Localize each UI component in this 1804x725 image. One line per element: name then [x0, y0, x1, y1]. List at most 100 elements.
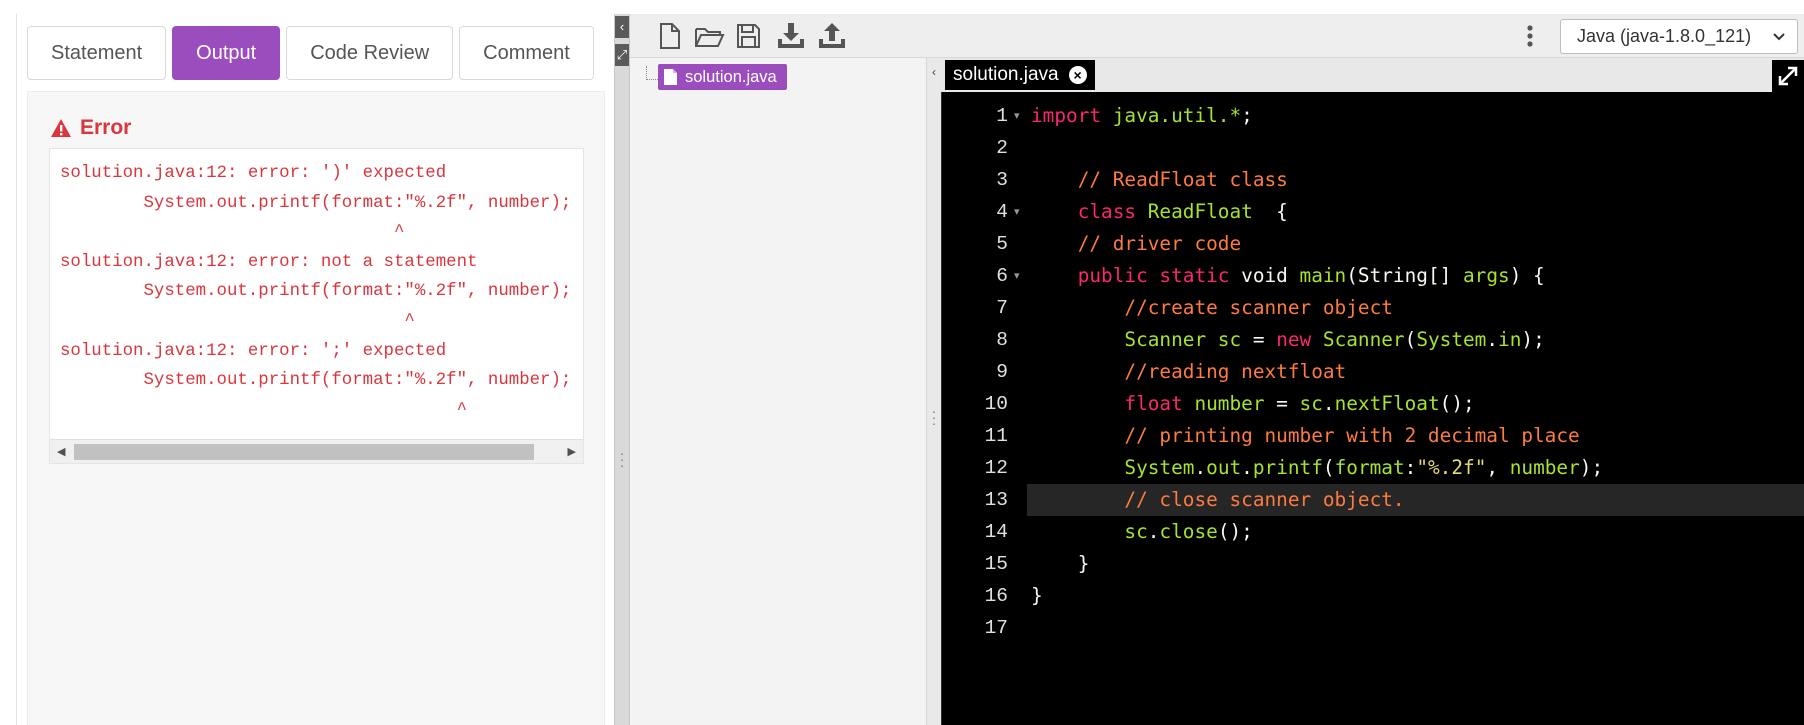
tab-comment[interactable]: Comment	[459, 26, 594, 80]
collapse-tree-icon[interactable]: ‹	[927, 58, 941, 86]
line-number: 9	[996, 361, 1008, 383]
save-icon[interactable]	[731, 20, 765, 52]
fold-toggle-icon[interactable]: ▾	[1014, 260, 1020, 292]
code-token: printf	[1252, 456, 1323, 479]
expand-icon[interactable]: ⤢	[615, 44, 629, 66]
download-icon[interactable]	[774, 20, 808, 52]
code-token: format	[1334, 456, 1405, 479]
editor-tab-solution-java[interactable]: solution.java ×	[945, 60, 1095, 90]
code-token: ();	[1217, 520, 1253, 543]
code-editor[interactable]: 1 ▾ import java.util.*; 2 3 // ReadFloat cla…	[941, 92, 1804, 725]
fold-toggle-icon[interactable]: ▾	[1014, 100, 1020, 132]
language-select[interactable]: Java (java-1.8.0_121)	[1560, 19, 1798, 54]
panel-splitter[interactable]: ‹ ⤢ · · ·	[614, 14, 630, 725]
code-token: number	[1509, 456, 1580, 479]
code-line[interactable]: 14 sc.close();	[942, 516, 1804, 548]
code-line[interactable]: 13 // close scanner object.	[942, 484, 1804, 516]
code-line[interactable]: 8 Scanner sc = new Scanner(System.in);	[942, 324, 1804, 356]
code-text: //create scanner object	[1031, 292, 1393, 324]
code-token: .	[1194, 456, 1207, 479]
code-token: .	[1147, 520, 1160, 543]
code-token: =	[1264, 392, 1300, 415]
collapse-left-icon[interactable]: ‹	[615, 16, 629, 38]
code-text: }	[1031, 580, 1043, 612]
horizontal-scrollbar[interactable]: ◀ ▶	[50, 439, 583, 463]
code-token: class	[1077, 200, 1148, 223]
error-log-line: ^	[60, 311, 415, 331]
code-line[interactable]: 17	[942, 612, 1804, 644]
panel-tabs: Statement Output Code Review Comment	[27, 26, 594, 80]
editor-tab-bar: solution.java ×	[941, 58, 1804, 92]
code-line[interactable]: 6 ▾ public static void main(String[] args…	[942, 260, 1804, 292]
error-log-line: solution.java:12: error: ')' expected	[60, 164, 447, 183]
code-token: float	[1124, 392, 1195, 415]
more-options-icon[interactable]	[1515, 23, 1545, 51]
code-line[interactable]: 1 ▾ import java.util.*;	[942, 100, 1804, 132]
code-line[interactable]: 4 ▾ class ReadFloat {	[942, 196, 1804, 228]
warning-icon	[51, 119, 71, 137]
code-token: // ReadFloat class	[1077, 168, 1288, 191]
code-token: //create scanner object	[1124, 296, 1393, 319]
chevron-down-icon	[1773, 33, 1785, 41]
fold-toggle-icon[interactable]: ▾	[1014, 196, 1020, 228]
line-number: 16	[984, 585, 1008, 607]
code-token: // close scanner object.	[1124, 488, 1405, 511]
code-line[interactable]: 16}	[942, 580, 1804, 612]
code-token: "%.2f"	[1416, 456, 1487, 479]
code-text: System.out.printf(format:"%.2f", number)…	[1031, 452, 1603, 484]
line-number: 3	[996, 169, 1008, 191]
code-line[interactable]: 11 // printing number with 2 decimal pla…	[942, 420, 1804, 452]
code-token: out	[1206, 456, 1242, 479]
code-line[interactable]: 3 // ReadFloat class	[942, 164, 1804, 196]
code-token: public static	[1077, 264, 1242, 287]
line-number: 17	[984, 617, 1008, 639]
line-number: 11	[984, 425, 1008, 447]
scroll-left-icon[interactable]: ◀	[57, 445, 65, 459]
tab-code-review[interactable]: Code Review	[286, 26, 454, 80]
tab-output[interactable]: Output	[172, 26, 281, 80]
line-number: 10	[984, 393, 1008, 415]
error-log-line: solution.java:12: error: ';' expected	[60, 341, 447, 361]
error-log[interactable]: solution.java:12: error: ')' expected Sy…	[49, 148, 584, 464]
code-token: sc	[1299, 392, 1323, 415]
code-text: public static void main(String[] args) {	[1031, 260, 1545, 292]
code-token: sc	[1124, 520, 1148, 543]
upload-icon[interactable]	[815, 20, 849, 52]
line-number: 2	[996, 137, 1008, 159]
scroll-right-icon[interactable]: ▶	[568, 445, 576, 459]
error-log-line: System.out.printf(format:"%.2f", number)…	[60, 371, 572, 391]
code-line[interactable]: 2	[942, 132, 1804, 164]
code-token: ) {	[1509, 264, 1545, 287]
scrollbar-thumb[interactable]	[74, 444, 534, 460]
error-log-line: ^	[60, 400, 468, 420]
code-token: System	[1416, 328, 1487, 351]
close-icon[interactable]: ×	[1068, 66, 1087, 84]
code-line[interactable]: 10 float number = sc.nextFloat();	[942, 388, 1804, 420]
code-text: Scanner sc = new Scanner(System.in);	[1031, 324, 1544, 356]
code-token: // driver code	[1077, 232, 1242, 255]
tab-statement[interactable]: Statement	[27, 26, 167, 80]
fullscreen-icon[interactable]	[1772, 60, 1804, 92]
code-line[interactable]: 12 System.out.printf(format:"%.2f", numb…	[942, 452, 1804, 484]
open-folder-icon[interactable]	[692, 20, 726, 52]
code-token: args	[1462, 264, 1510, 287]
error-log-text: solution.java:12: error: ')' expected Sy…	[60, 159, 583, 425]
code-line[interactable]: 15 }	[942, 548, 1804, 580]
code-line[interactable]: 7 //create scanner object	[942, 292, 1804, 324]
line-number: 5	[996, 233, 1008, 255]
tree-splitter[interactable]	[927, 58, 941, 725]
tree-grip-icon[interactable]: · · ·	[930, 404, 938, 430]
code-line[interactable]: 5 // driver code	[942, 228, 1804, 260]
new-file-icon[interactable]	[652, 20, 686, 52]
code-token: }	[1031, 584, 1043, 607]
splitter-grip-icon[interactable]: · · ·	[619, 446, 625, 472]
code-line[interactable]: 9 //reading nextfloat	[942, 356, 1804, 388]
code-token: void	[1241, 264, 1300, 287]
app-root: Statement Output Code Review Comment Err…	[0, 0, 1804, 725]
tree-item-solution-java[interactable]: solution.java	[658, 64, 787, 90]
code-token: import	[1031, 104, 1113, 127]
